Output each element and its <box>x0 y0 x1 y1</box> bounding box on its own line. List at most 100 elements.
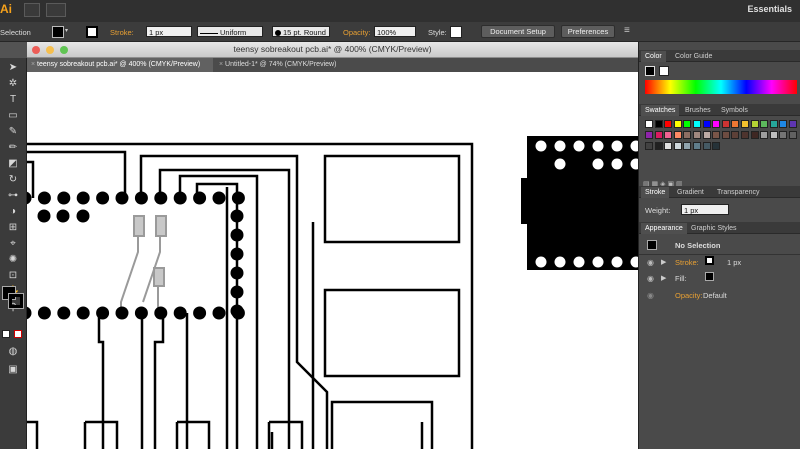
swatch[interactable] <box>721 120 730 128</box>
swatch[interactable] <box>750 120 759 128</box>
arrange-documents-button[interactable] <box>46 3 66 17</box>
swatch[interactable] <box>769 120 778 128</box>
color-fill-icon[interactable] <box>645 66 655 76</box>
tab-teensy-sobreakout[interactable]: × teensy sobreakout pcb.ai* @ 400% (CMYK… <box>27 58 213 72</box>
eraser-tool-icon[interactable]: ◩ <box>7 158 19 170</box>
tab-untitled-1[interactable]: × Untitled-1* @ 74% (CMYK/Preview) <box>215 58 375 72</box>
weight-field[interactable]: 1 px <box>681 204 729 215</box>
tab-close-icon[interactable]: × <box>31 61 35 68</box>
tab-close-icon[interactable]: × <box>219 61 223 68</box>
draw-mode-icon[interactable]: ◍ <box>7 346 19 358</box>
eye-icon[interactable]: ◉ <box>647 291 654 300</box>
rectangle-tool-icon[interactable]: ▭ <box>7 110 19 122</box>
swatch[interactable] <box>683 142 692 150</box>
appearance-stroke-label[interactable]: Stroke: <box>675 258 699 267</box>
swatch[interactable] <box>693 131 701 139</box>
swatch[interactable] <box>664 142 673 150</box>
opacity-label[interactable]: Opacity: <box>343 28 371 37</box>
default-colors-icon[interactable] <box>2 330 10 338</box>
width-tool-icon[interactable]: ⊶ <box>7 190 19 202</box>
swatch[interactable] <box>760 131 769 139</box>
brush-definition[interactable]: 15 pt. Round <box>272 26 330 37</box>
swatch[interactable] <box>731 131 740 139</box>
symbol-sprayer-tool-icon[interactable]: ✺ <box>7 254 19 266</box>
swatch[interactable] <box>789 131 797 139</box>
graphic-style-swatch[interactable] <box>450 26 462 38</box>
tab-color[interactable]: Color <box>641 51 666 62</box>
swatch[interactable] <box>673 142 682 150</box>
stroke-weight-field[interactable]: 1 px <box>146 26 192 37</box>
swatch[interactable] <box>673 131 682 139</box>
disclosure-triangle-icon[interactable]: ▶ <box>661 258 666 266</box>
artboard-tool-icon[interactable]: ⊡ <box>7 270 19 282</box>
appearance-fill-swatch[interactable] <box>705 272 714 281</box>
tab-transparency[interactable]: Transparency <box>713 187 764 198</box>
eye-icon[interactable]: ◉ <box>647 258 654 267</box>
swatch[interactable] <box>712 131 721 139</box>
color-stroke-icon[interactable] <box>659 66 669 76</box>
swatch[interactable] <box>673 120 682 128</box>
rotate-tool-icon[interactable]: ↻ <box>7 174 19 186</box>
swatch[interactable] <box>721 131 730 139</box>
magic-wand-tool-icon[interactable]: ✲ <box>7 78 19 90</box>
tab-symbols[interactable]: Symbols <box>717 105 752 116</box>
bridge-button[interactable] <box>24 3 40 17</box>
swatch[interactable] <box>741 120 749 128</box>
swatch[interactable] <box>789 120 797 128</box>
swatch[interactable] <box>769 131 778 139</box>
workspace-switcher[interactable]: Essentials <box>747 4 792 14</box>
swatch[interactable] <box>645 131 653 139</box>
tab-gradient[interactable]: Gradient <box>673 187 708 198</box>
swatch[interactable] <box>750 131 759 139</box>
document-titlebar[interactable]: teensy sobreakout pcb.ai* @ 400% (CMYK/P… <box>27 42 638 58</box>
swatch[interactable] <box>760 120 769 128</box>
eye-icon[interactable]: ◉ <box>647 274 654 283</box>
swatch[interactable] <box>693 142 701 150</box>
appearance-fill-label[interactable]: Fill: <box>675 274 687 283</box>
pencil-tool-icon[interactable]: ✏ <box>7 142 19 154</box>
opacity-field[interactable]: 100% <box>374 26 416 37</box>
swatch[interactable] <box>712 120 721 128</box>
shape-builder-tool-icon[interactable]: ◑ <box>7 206 19 218</box>
swatch[interactable] <box>712 142 721 150</box>
color-spectrum[interactable] <box>645 80 797 94</box>
paintbrush-tool-icon[interactable]: ✎ <box>7 126 19 138</box>
stroke-color-icon[interactable] <box>8 293 24 309</box>
swatch[interactable] <box>741 131 749 139</box>
swatch[interactable] <box>779 120 788 128</box>
swatch[interactable] <box>645 142 653 150</box>
variable-width-profile[interactable]: Uniform <box>197 26 263 37</box>
swatch[interactable] <box>664 131 673 139</box>
swatch[interactable] <box>654 120 663 128</box>
tab-graphic-styles[interactable]: Graphic Styles <box>687 223 741 234</box>
tab-brushes[interactable]: Brushes <box>681 105 715 116</box>
type-tool-icon[interactable]: T <box>7 94 19 106</box>
appearance-opacity-label[interactable]: Opacity: <box>675 291 703 300</box>
stroke-swatch[interactable] <box>86 26 98 38</box>
appearance-stroke-value[interactable]: 1 px <box>727 258 741 267</box>
swatch[interactable] <box>664 120 673 128</box>
swatch[interactable] <box>702 142 711 150</box>
swatch[interactable] <box>731 120 740 128</box>
tab-appearance[interactable]: Appearance <box>641 223 687 234</box>
eyedropper-tool-icon[interactable]: ⌖ <box>7 238 19 250</box>
tab-swatches[interactable]: Swatches <box>641 105 680 116</box>
swatch[interactable] <box>654 142 663 150</box>
selection-tool-icon[interactable]: ➤ <box>7 62 19 74</box>
tab-stroke[interactable]: Stroke <box>641 187 670 198</box>
swatch[interactable] <box>645 120 653 128</box>
swatch[interactable] <box>693 120 701 128</box>
appearance-stroke-swatch[interactable] <box>705 256 714 265</box>
swatch[interactable] <box>702 131 711 139</box>
preferences-button[interactable]: Preferences <box>561 25 615 38</box>
swatch-grid[interactable] <box>645 120 799 176</box>
align-options-icon[interactable]: ≡ <box>624 25 636 37</box>
swatch[interactable] <box>683 120 692 128</box>
stroke-label[interactable]: Stroke: <box>110 28 134 37</box>
none-color-icon[interactable] <box>14 330 22 338</box>
swatch[interactable] <box>683 131 692 139</box>
swatch[interactable] <box>654 131 663 139</box>
mesh-tool-icon[interactable]: ⊞ <box>7 222 19 234</box>
document-setup-button[interactable]: Document Setup <box>481 25 555 38</box>
disclosure-triangle-icon[interactable]: ▶ <box>661 274 666 282</box>
